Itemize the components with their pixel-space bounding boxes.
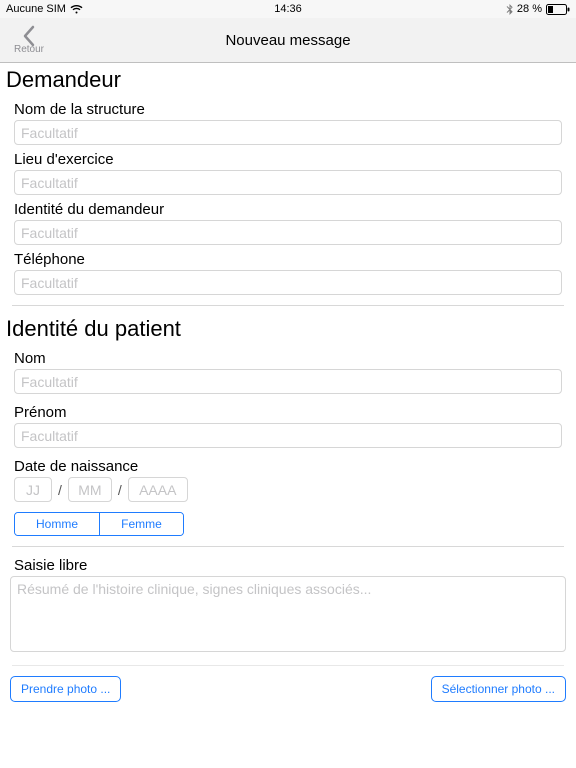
back-label: Retour	[14, 44, 44, 55]
lastname-label: Nom	[14, 350, 562, 367]
requester-identity-label: Identité du demandeur	[14, 201, 562, 218]
dob-separator: /	[118, 482, 122, 498]
dob-year-input[interactable]	[128, 477, 188, 502]
lastname-input[interactable]	[14, 369, 562, 394]
back-button[interactable]: Retour	[14, 25, 44, 55]
dob-day-input[interactable]	[14, 477, 52, 502]
status-bar: Aucune SIM 14:36 28 %	[0, 0, 576, 18]
practice-location-input[interactable]	[14, 170, 562, 195]
freeform-label: Saisie libre	[0, 553, 576, 576]
dob-row: / /	[14, 477, 562, 502]
requester-section-title: Demandeur	[0, 63, 576, 95]
status-time: 14:36	[274, 3, 302, 15]
structure-name-input[interactable]	[14, 120, 562, 145]
gender-male-option[interactable]: Homme	[15, 513, 99, 535]
battery-icon	[546, 4, 570, 15]
gender-female-option[interactable]: Femme	[99, 513, 183, 535]
phone-label: Téléphone	[14, 251, 562, 268]
requester-identity-input[interactable]	[14, 220, 562, 245]
dob-month-input[interactable]	[68, 477, 112, 502]
firstname-label: Prénom	[14, 404, 562, 421]
patient-section-title: Identité du patient	[0, 312, 576, 344]
carrier-text: Aucune SIM	[6, 3, 66, 15]
page-title: Nouveau message	[225, 32, 350, 49]
gender-segmented: Homme Femme	[14, 512, 184, 536]
phone-input[interactable]	[14, 270, 562, 295]
battery-percent: 28 %	[517, 3, 542, 15]
divider	[12, 665, 564, 666]
take-photo-button[interactable]: Prendre photo ...	[10, 676, 121, 702]
practice-location-label: Lieu d'exercice	[14, 151, 562, 168]
photo-actions-row: Prendre photo ... Sélectionner photo ...	[0, 676, 576, 702]
freeform-textarea[interactable]	[10, 576, 566, 652]
divider	[12, 546, 564, 547]
wifi-icon	[70, 5, 83, 14]
dob-separator: /	[58, 482, 62, 498]
select-photo-button[interactable]: Sélectionner photo ...	[431, 676, 566, 702]
firstname-input[interactable]	[14, 423, 562, 448]
bluetooth-icon	[506, 4, 513, 15]
dob-label: Date de naissance	[14, 458, 562, 475]
structure-name-label: Nom de la structure	[14, 101, 562, 118]
divider	[12, 305, 564, 306]
navbar: Retour Nouveau message	[0, 18, 576, 63]
